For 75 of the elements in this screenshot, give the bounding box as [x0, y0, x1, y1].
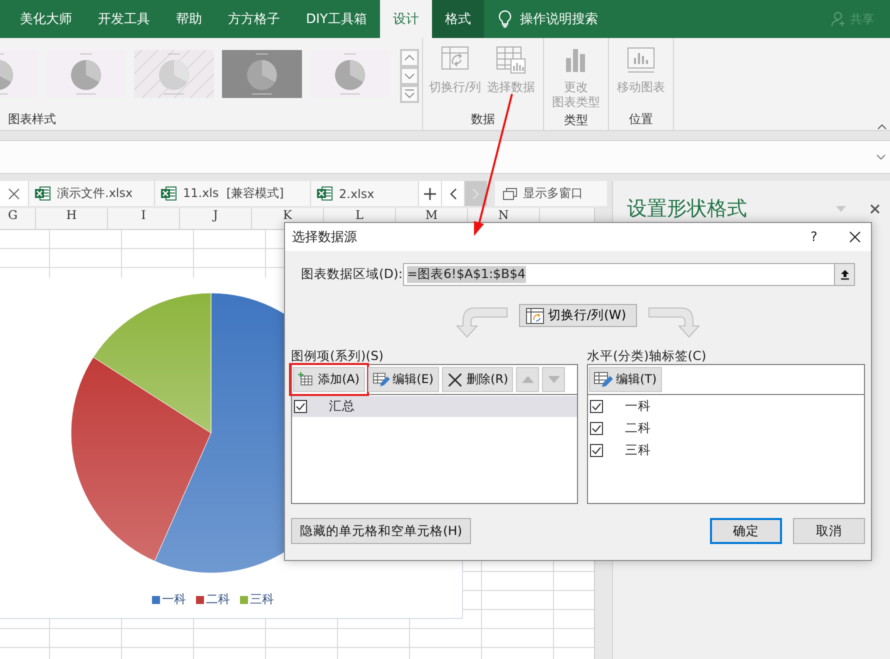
- ribbon-tab[interactable]: 美化大师: [0, 0, 85, 38]
- column-header[interactable]: G: [0, 208, 36, 229]
- group-label: 数据: [470, 110, 496, 128]
- legend-label: 一科: [162, 591, 186, 608]
- ribbon-tab[interactable]: 格式: [432, 0, 484, 38]
- table-pencil-icon: [372, 372, 390, 388]
- person-add-icon: [831, 11, 847, 27]
- upload-arrow-icon: [840, 269, 850, 280]
- table-arrows-icon: [526, 308, 544, 324]
- triangle-up-icon: [522, 376, 534, 383]
- ribbon-tab[interactable]: 开发工具: [85, 0, 163, 38]
- table-plus-icon: [298, 372, 315, 388]
- spreadsheet-icon: [317, 186, 333, 201]
- chevron-left-icon[interactable]: [449, 188, 457, 200]
- range-field[interactable]: =图表6!$A$1:$B$4: [403, 263, 855, 286]
- plus-icon[interactable]: [424, 188, 436, 200]
- show-windows-button[interactable]: 显示多窗口: [495, 181, 607, 206]
- search-label[interactable]: 操作说明搜索: [520, 10, 598, 28]
- ribbon-tab[interactable]: 设计: [380, 0, 432, 38]
- windows-icon: [503, 188, 517, 200]
- chart-style-thumbnail[interactable]: [222, 50, 302, 98]
- column-header[interactable]: J: [180, 208, 252, 229]
- legend-label: 二科: [206, 591, 230, 608]
- table-pencil-icon: [594, 370, 613, 388]
- close-icon: [446, 372, 464, 388]
- group-label: 位置: [628, 110, 654, 128]
- checkbox[interactable]: [590, 422, 603, 435]
- edit-button[interactable]: 编辑(T): [589, 367, 662, 392]
- triangle-down-icon: [548, 376, 560, 383]
- collapse-ribbon-icon[interactable]: [877, 122, 887, 130]
- scroll-down-button[interactable]: [400, 67, 419, 85]
- workbook-tab[interactable]: 2.xlsx: [310, 181, 418, 206]
- ribbon-tab[interactable]: 方方格子: [215, 0, 293, 38]
- switch-row-column-button[interactable]: 切换行/列(W): [518, 304, 638, 327]
- legend-label: 三科: [250, 591, 274, 608]
- dialog-title: 选择数据源: [292, 229, 358, 246]
- checkbox[interactable]: [294, 400, 307, 413]
- hidden-cells-button[interactable]: 隐藏的单元格和空单元格(H): [291, 518, 472, 544]
- category-list[interactable]: 编辑(T) 一科 二科 三科: [587, 364, 865, 504]
- workbook-tab[interactable]: 11.xls [兼容模式]: [154, 181, 310, 206]
- list-item[interactable]: 二科: [588, 418, 864, 439]
- delete-button[interactable]: 删除(R): [442, 367, 514, 392]
- checkbox[interactable]: [590, 444, 603, 457]
- collapse-dialog-button[interactable]: [834, 264, 854, 285]
- ribbon-tab[interactable]: DIY工具箱: [293, 0, 380, 38]
- list-item[interactable]: 三科: [588, 440, 864, 461]
- group-label: 类型: [563, 112, 590, 128]
- workbook-tab[interactable]: 演示文件.xlsx: [28, 181, 154, 206]
- column-header[interactable]: H: [36, 208, 108, 229]
- series-list[interactable]: 添加(A) 编辑(E) 删除(R) 汇总: [291, 364, 578, 504]
- list-label: 水平(分类)轴标签(C): [587, 348, 708, 364]
- cancel-button[interactable]: 取消: [793, 518, 865, 544]
- group-label: 图表样式: [7, 110, 57, 128]
- help-button[interactable]: ?: [799, 230, 829, 244]
- ok-button[interactable]: 确定: [710, 518, 782, 544]
- list-item[interactable]: 一科: [588, 396, 864, 417]
- close-icon[interactable]: [870, 204, 880, 214]
- pane-title: 设置形状格式: [627, 195, 748, 222]
- chart-style-thumbnail[interactable]: [134, 50, 214, 98]
- close-icon[interactable]: [8, 188, 20, 200]
- ribbon-tab[interactable]: 帮助: [163, 0, 215, 38]
- spreadsheet-icon: [161, 186, 177, 201]
- table-chart-icon: [495, 44, 528, 74]
- list-label: 图例项(系列)(S): [291, 348, 384, 364]
- checkbox[interactable]: [590, 400, 603, 413]
- edit-button[interactable]: 编辑(E): [368, 367, 439, 392]
- more-button[interactable]: [400, 85, 419, 103]
- column-header[interactable]: I: [108, 208, 180, 229]
- expand-formula-bar-icon[interactable]: [876, 153, 886, 161]
- spreadsheet-icon: [35, 186, 51, 201]
- list-item[interactable]: 汇总: [292, 396, 577, 417]
- close-icon: [849, 231, 861, 243]
- field-label: 图表数据区域(D):: [301, 266, 399, 283]
- lightbulb-icon[interactable]: [498, 10, 512, 28]
- scroll-up-button[interactable]: [400, 49, 419, 67]
